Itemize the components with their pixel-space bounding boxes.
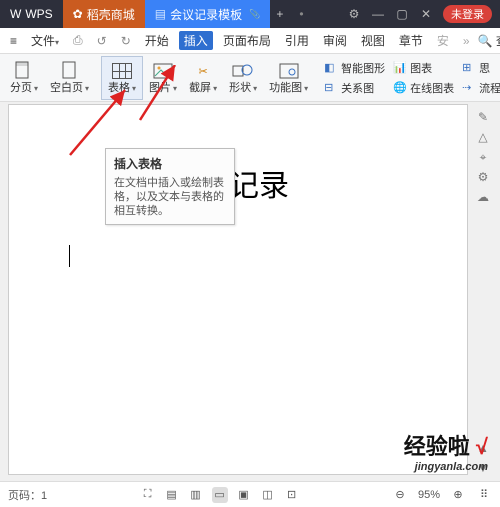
- qat-undo-icon[interactable]: ↺: [93, 34, 111, 48]
- search-icon: 🔍: [478, 34, 493, 48]
- side-rail: ✎ △ ⌖ ⚙ ☁ ▲ ▼: [474, 104, 492, 475]
- blank-icon: [59, 60, 81, 82]
- view-print-icon[interactable]: ▤: [164, 487, 180, 503]
- smart-icon: ◧: [324, 61, 338, 75]
- ribbon-chart[interactable]: 📊图表: [393, 60, 454, 76]
- store-tab[interactable]: ✿ 稻壳商城: [63, 0, 145, 28]
- tab-start[interactable]: 开始: [141, 32, 173, 49]
- new-tab-button[interactable]: +: [270, 0, 289, 28]
- ribbon-picture[interactable]: 图片▾: [143, 56, 183, 100]
- file-menu[interactable]: 文件▾: [27, 32, 63, 49]
- qat-save-icon[interactable]: ⎙: [69, 33, 87, 48]
- left-dot-icon: •: [299, 7, 303, 21]
- title-bar: W WPS ✿ 稻壳商城 ▤ 会议记录模板 📎 + • ⚙ — ▢ ✕ 未登录: [0, 0, 500, 28]
- document-tab[interactable]: ▤ 会议记录模板 📎: [145, 0, 271, 28]
- page-indicator[interactable]: 页码：1: [8, 487, 47, 503]
- tab-pin-icon[interactable]: 📎: [249, 9, 260, 20]
- text-cursor: [69, 245, 70, 267]
- view-outline-icon[interactable]: ▣: [236, 487, 252, 503]
- flow-icon: ⇢: [462, 81, 476, 95]
- tooltip-title: 插入表格: [114, 155, 226, 172]
- chart-icon: 📊: [393, 61, 407, 75]
- document-area[interactable]: 会议记录: [8, 104, 468, 475]
- status-bar: 页码：1 ⛶ ▤ ▥ ▭ ▣ ◫ ⊡ ⊖ 95% ⊕ ⠿: [0, 481, 500, 507]
- hamburger-icon[interactable]: ≡: [6, 34, 21, 48]
- rail-triangle-icon[interactable]: △: [476, 130, 490, 144]
- online-chart-icon: 🌐: [393, 81, 407, 95]
- zoom-in-button[interactable]: ⊕: [450, 487, 466, 503]
- view-web-icon[interactable]: ▥: [188, 487, 204, 503]
- ribbon-screenshot[interactable]: ✂ 截屏▾: [183, 56, 223, 100]
- qat-redo-icon[interactable]: ↻: [117, 34, 135, 48]
- table-icon: [111, 60, 133, 82]
- ribbon-more1[interactable]: ⊞思: [462, 60, 500, 76]
- wps-label: WPS: [25, 7, 52, 21]
- page: 会议记录: [9, 105, 467, 322]
- maximize-icon[interactable]: ▢: [395, 7, 409, 21]
- tab-more[interactable]: »: [459, 34, 474, 48]
- rail-pencil-icon[interactable]: ✎: [476, 110, 490, 124]
- view-read-icon[interactable]: ▭: [212, 487, 228, 503]
- zoom-value[interactable]: 95%: [418, 489, 440, 501]
- tab-review[interactable]: 审阅: [319, 32, 351, 49]
- doc-icon: ▤: [155, 7, 166, 21]
- tab-cite[interactable]: 引用: [281, 32, 313, 49]
- ribbon-mini-group2: 📊图表 🌐在线图表: [389, 60, 458, 96]
- ribbon-online[interactable]: 🌐在线图表: [393, 80, 454, 96]
- rail-gear-icon[interactable]: ⚙: [476, 170, 490, 184]
- ribbon-smart[interactable]: ◧智能图形: [324, 60, 385, 76]
- view-zoom-icon[interactable]: ⊡: [284, 487, 300, 503]
- search-button[interactable]: 🔍 查找: [474, 32, 500, 49]
- rail-cloud-icon[interactable]: ☁: [476, 190, 490, 204]
- tab-safe[interactable]: 安: [433, 32, 453, 49]
- store-label: 稻壳商城: [87, 6, 135, 23]
- doc-tab-label: 会议记录模板: [170, 6, 242, 23]
- ribbon-shapes[interactable]: 形状▾: [223, 56, 263, 100]
- ribbon-table[interactable]: 表格▾: [101, 56, 143, 100]
- ribbon-relate[interactable]: ⊟关系图: [324, 80, 385, 96]
- view-fullscreen-icon[interactable]: ⛶: [140, 487, 156, 503]
- menu-bar: ≡ 文件▾ ⎙ ↺ ↻ 开始 插入 页面布局 引用 审阅 视图 章节 安 » 🔍…: [0, 28, 500, 54]
- tooltip-insert-table: 插入表格 在文档中插入或绘制表格，以及文本与表格的相互转换。: [105, 148, 235, 225]
- scissors-icon: ✂: [192, 60, 214, 82]
- relate-icon: ⊟: [324, 81, 338, 95]
- login-button[interactable]: 未登录: [443, 5, 492, 23]
- funcpic-icon: [278, 60, 300, 82]
- tab-insert[interactable]: 插入: [179, 31, 213, 50]
- tab-view[interactable]: 视图: [357, 32, 389, 49]
- tab-chapter[interactable]: 章节: [395, 32, 427, 49]
- minimize-icon[interactable]: —: [371, 7, 385, 21]
- store-icon: ✿: [73, 7, 83, 21]
- wps-logo: W: [10, 7, 21, 21]
- zoom-out-button[interactable]: ⊖: [392, 487, 408, 503]
- ribbon-blank[interactable]: 空白页▾: [44, 56, 95, 100]
- rail-select-icon[interactable]: ⌖: [476, 150, 490, 164]
- close-icon[interactable]: ✕: [419, 7, 433, 21]
- ribbon: 分页▾ 空白页▾ 表格▾ 图片▾ ✂ 截屏▾ 形状▾ 功能图▾ ◧智能图形 ⊟关…: [0, 54, 500, 102]
- ribbon-mini-group: ◧智能图形 ⊟关系图: [320, 60, 389, 96]
- ribbon-cover[interactable]: 分页▾: [4, 56, 44, 100]
- watermark: 经验啦 √ jingyanla.com: [404, 429, 488, 473]
- app-tab[interactable]: W WPS: [0, 0, 63, 28]
- cover-icon: [13, 60, 35, 82]
- ribbon-flow[interactable]: ⇢流程: [462, 80, 500, 96]
- ribbon-mini-group3: ⊞思 ⇢流程: [458, 60, 500, 96]
- status-more-icon[interactable]: ⠿: [476, 487, 492, 503]
- tooltip-body: 在文档中插入或绘制表格，以及文本与表格的相互转换。: [114, 176, 226, 218]
- mind-icon: ⊞: [462, 61, 476, 75]
- settings-icon[interactable]: ⚙: [347, 7, 361, 21]
- picture-icon: [152, 60, 174, 82]
- shapes-icon: [232, 60, 254, 82]
- tab-layout[interactable]: 页面布局: [219, 32, 275, 49]
- ribbon-funcpic[interactable]: 功能图▾: [263, 56, 314, 100]
- view-side-icon[interactable]: ◫: [260, 487, 276, 503]
